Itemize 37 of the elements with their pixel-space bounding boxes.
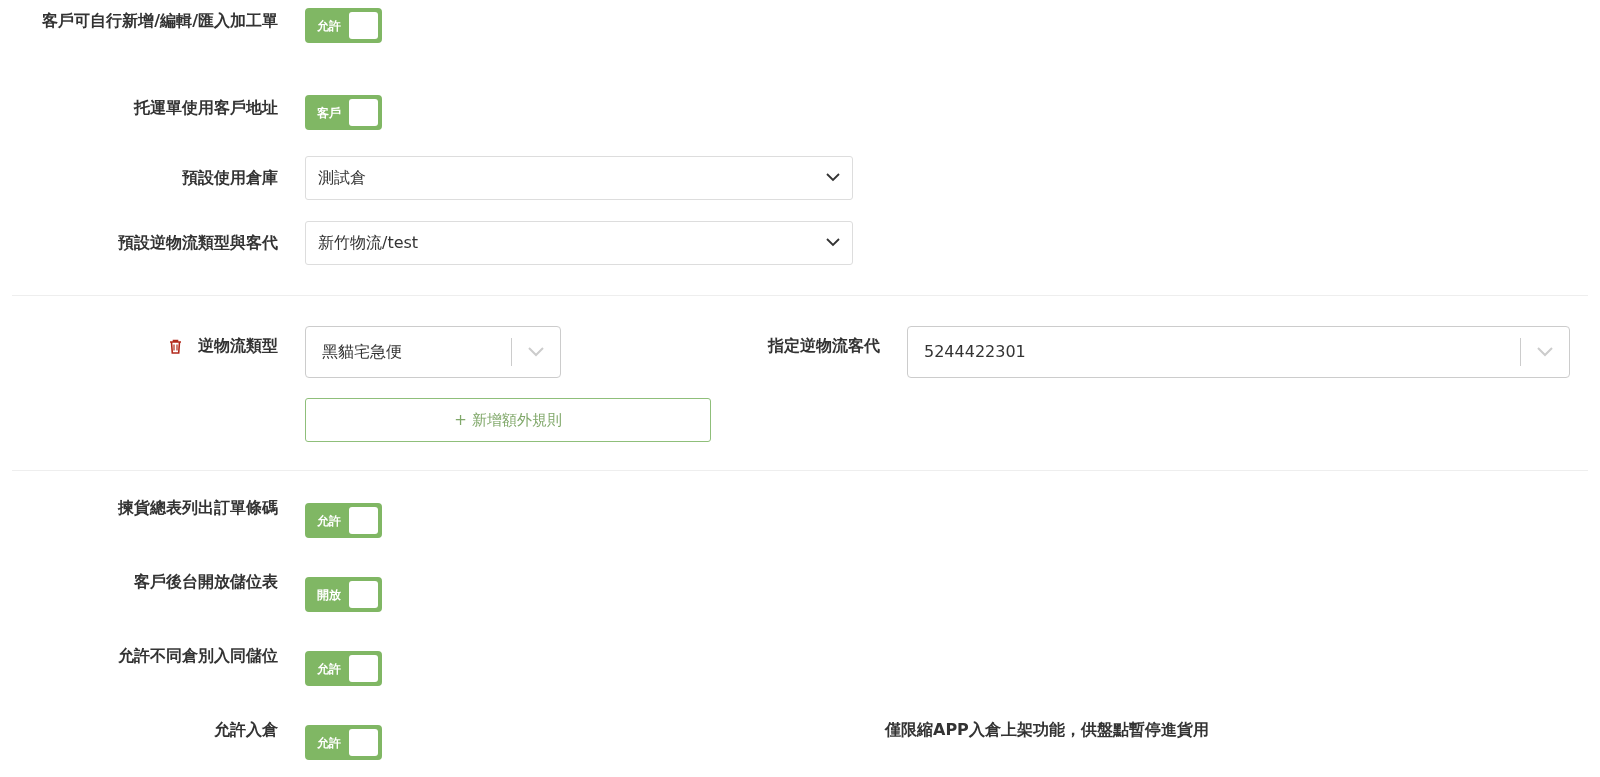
- chevron-down-icon: [1537, 347, 1553, 357]
- select-field[interactable]: 黑貓宅急便: [305, 326, 561, 378]
- toggle-knob: [349, 507, 378, 534]
- dropdown-value: 新竹物流/test: [318, 231, 419, 254]
- dropdown-field[interactable]: 測試倉: [305, 155, 853, 200]
- toggle-switch[interactable]: 開放: [305, 577, 382, 612]
- field-label: 預設逆物流類型與客代: [118, 231, 278, 254]
- toggle-switch[interactable]: 允許: [305, 651, 382, 686]
- chevron-down-icon: [826, 238, 840, 247]
- field-label: 客戶後台開放儲位表: [134, 571, 278, 593]
- toggle-knob: [349, 729, 378, 756]
- field-label: 允許入倉: [214, 719, 278, 741]
- toggle-knob: [349, 581, 378, 608]
- toggle-switch[interactable]: 客戶: [305, 95, 382, 130]
- dropdown-field[interactable]: 新竹物流/test: [305, 220, 853, 265]
- chevron-down-icon: [528, 347, 544, 357]
- add-rule-button[interactable]: + 新增額外規則: [305, 398, 711, 442]
- toggle-switch[interactable]: 允許: [305, 503, 382, 538]
- field-label: 允許不同倉別入同儲位: [118, 645, 278, 667]
- field-label: 逆物流類型: [198, 335, 278, 357]
- note-text: 僅限縮APP入倉上架功能，供盤點暫停進貨用: [885, 719, 1209, 741]
- select-value: 黑貓宅急便: [321, 341, 403, 363]
- field-label: 預設使用倉庫: [182, 166, 278, 189]
- field-label: 指定逆物流客代: [766, 335, 880, 357]
- toggle-switch[interactable]: 允許: [305, 8, 382, 43]
- select-value: 5244422301: [923, 341, 1027, 363]
- trash-icon[interactable]: [169, 338, 182, 354]
- toggle-knob: [349, 12, 378, 39]
- chevron-down-icon: [826, 173, 840, 182]
- field-label: 客戶可自行新增/編輯/匯入加工單: [42, 10, 278, 32]
- field-label: 托運單使用客戶地址: [134, 97, 278, 119]
- field-label: 揀貨總表列出訂單條碼: [118, 497, 278, 519]
- select-field[interactable]: 5244422301: [907, 326, 1570, 378]
- toggle-knob: [349, 99, 378, 126]
- toggle-knob: [349, 655, 378, 682]
- toggle-switch[interactable]: 允許: [305, 725, 382, 760]
- dropdown-value: 測試倉: [318, 166, 366, 189]
